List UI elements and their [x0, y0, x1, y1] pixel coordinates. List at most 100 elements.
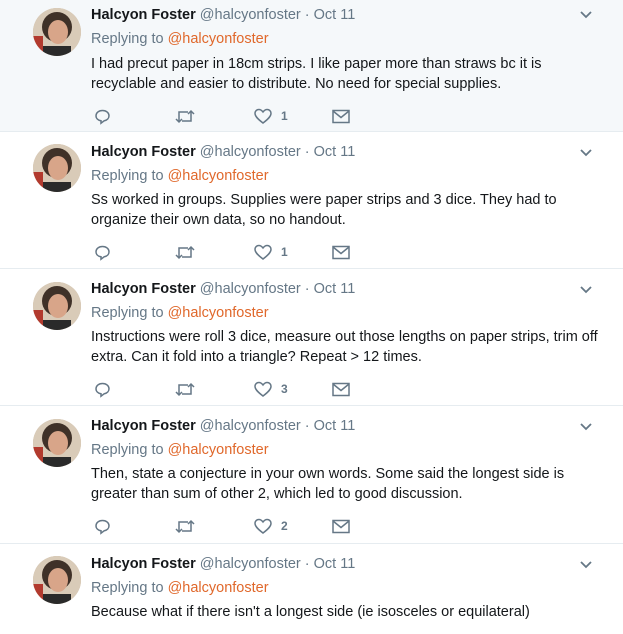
chevron-down-icon[interactable]	[578, 559, 594, 571]
envelope-icon	[332, 245, 350, 259]
avatar[interactable]	[33, 282, 81, 330]
retweet-icon	[175, 519, 195, 533]
replying-to-label: Replying to	[91, 31, 164, 47]
separator: ·	[304, 281, 310, 297]
author-handle[interactable]: @halcyonfoster	[200, 556, 301, 572]
tweet-text: Then, state a conjecture in your own wor…	[91, 466, 565, 502]
retweet-icon	[175, 109, 195, 123]
chevron-down-icon[interactable]	[578, 421, 594, 433]
retweet-button[interactable]	[175, 516, 195, 536]
separator: ·	[304, 418, 310, 434]
timestamp[interactable]: Oct 11	[314, 144, 356, 160]
retweet-button[interactable]	[175, 106, 195, 126]
mention-link[interactable]: @halcyonfoster	[168, 442, 269, 458]
timestamp[interactable]: Oct 11	[314, 418, 356, 434]
timestamp[interactable]: Oct 11	[314, 7, 356, 23]
chevron-down-icon[interactable]	[578, 9, 594, 21]
timestamp[interactable]: Oct 11	[314, 281, 356, 297]
author-handle[interactable]: @halcyonfoster	[200, 418, 301, 434]
dm-button[interactable]	[332, 242, 350, 262]
tweet-actions: 1	[91, 106, 391, 126]
tweet-actions: 3	[91, 379, 391, 399]
author-name[interactable]: Halcyon Foster	[91, 556, 196, 572]
tweet[interactable]: Halcyon Foster @halcyonfoster · Oct 11 R…	[0, 269, 623, 406]
replying-to-label: Replying to	[91, 168, 164, 184]
author-name[interactable]: Halcyon Foster	[91, 7, 196, 23]
dm-button[interactable]	[332, 106, 350, 126]
replying-to: Replying to @halcyonfoster	[91, 580, 269, 596]
tweet-header: Halcyon Foster @halcyonfoster · Oct 11	[91, 7, 355, 23]
like-count: 1	[281, 109, 288, 123]
avatar[interactable]	[33, 144, 81, 192]
retweet-icon	[175, 245, 195, 259]
tweet-text: I had precut paper in 18cm strips. I lik…	[91, 56, 542, 92]
tweet-text: Instructions were roll 3 dice, measure o…	[91, 329, 598, 365]
author-handle[interactable]: @halcyonfoster	[200, 7, 301, 23]
like-count: 3	[281, 382, 288, 396]
author-name[interactable]: Halcyon Foster	[91, 144, 196, 160]
heart-icon	[254, 518, 272, 534]
retweet-icon	[175, 382, 195, 396]
avatar[interactable]	[33, 8, 81, 56]
author-handle[interactable]: @halcyonfoster	[200, 144, 301, 160]
mention-link[interactable]: @halcyonfoster	[168, 31, 269, 47]
tweet-actions: 2	[91, 516, 391, 536]
like-button[interactable]: 1	[254, 242, 288, 262]
retweet-button[interactable]	[175, 242, 195, 262]
avatar[interactable]	[33, 419, 81, 467]
envelope-icon	[332, 109, 350, 123]
reply-icon	[95, 109, 110, 125]
avatar[interactable]	[33, 556, 81, 604]
tweet-actions: 1	[91, 242, 391, 262]
replying-to-label: Replying to	[91, 305, 164, 321]
reply-button[interactable]	[94, 106, 111, 126]
tweet-header: Halcyon Foster @halcyonfoster · Oct 11	[91, 144, 355, 160]
reply-button[interactable]	[94, 516, 111, 536]
mention-link[interactable]: @halcyonfoster	[168, 168, 269, 184]
reply-button[interactable]	[94, 242, 111, 262]
like-count: 2	[281, 519, 288, 533]
author-name[interactable]: Halcyon Foster	[91, 281, 196, 297]
like-button[interactable]: 2	[254, 516, 288, 536]
author-name[interactable]: Halcyon Foster	[91, 418, 196, 434]
replying-to: Replying to @halcyonfoster	[91, 31, 269, 47]
replying-to: Replying to @halcyonfoster	[91, 168, 269, 184]
heart-icon	[254, 108, 272, 124]
envelope-icon	[332, 519, 350, 533]
retweet-button[interactable]	[175, 379, 195, 399]
tweet-header: Halcyon Foster @halcyonfoster · Oct 11	[91, 556, 355, 572]
reply-icon	[95, 382, 110, 398]
mention-link[interactable]: @halcyonfoster	[168, 305, 269, 321]
separator: ·	[304, 7, 310, 23]
separator: ·	[304, 556, 310, 572]
reply-icon	[95, 245, 110, 261]
tweet[interactable]: Halcyon Foster @halcyonfoster · Oct 11 R…	[0, 132, 623, 269]
heart-icon	[254, 244, 272, 260]
tweet-text: Ss worked in groups. Supplies were paper…	[91, 192, 557, 228]
tweet[interactable]: Halcyon Foster @halcyonfoster · Oct 11 R…	[0, 0, 623, 132]
tweet-header: Halcyon Foster @halcyonfoster · Oct 11	[91, 281, 355, 297]
like-count: 1	[281, 245, 288, 259]
tweet-text: Because what if there isn't a longest si…	[91, 604, 530, 620]
mention-link[interactable]: @halcyonfoster	[168, 580, 269, 596]
like-button[interactable]: 3	[254, 379, 288, 399]
chevron-down-icon[interactable]	[578, 284, 594, 296]
replying-to-label: Replying to	[91, 580, 164, 596]
heart-icon	[254, 381, 272, 397]
timestamp[interactable]: Oct 11	[314, 556, 356, 572]
envelope-icon	[332, 382, 350, 396]
dm-button[interactable]	[332, 379, 350, 399]
author-handle[interactable]: @halcyonfoster	[200, 281, 301, 297]
chevron-down-icon[interactable]	[578, 147, 594, 159]
reply-icon	[95, 519, 110, 535]
replying-to: Replying to @halcyonfoster	[91, 305, 269, 321]
tweet[interactable]: Halcyon Foster @halcyonfoster · Oct 11 R…	[0, 406, 623, 544]
replying-to: Replying to @halcyonfoster	[91, 442, 269, 458]
replying-to-label: Replying to	[91, 442, 164, 458]
tweet[interactable]: Halcyon Foster @halcyonfoster · Oct 11 R…	[0, 544, 623, 634]
separator: ·	[304, 144, 310, 160]
like-button[interactable]: 1	[254, 106, 288, 126]
tweet-header: Halcyon Foster @halcyonfoster · Oct 11	[91, 418, 355, 434]
reply-button[interactable]	[94, 379, 111, 399]
dm-button[interactable]	[332, 516, 350, 536]
